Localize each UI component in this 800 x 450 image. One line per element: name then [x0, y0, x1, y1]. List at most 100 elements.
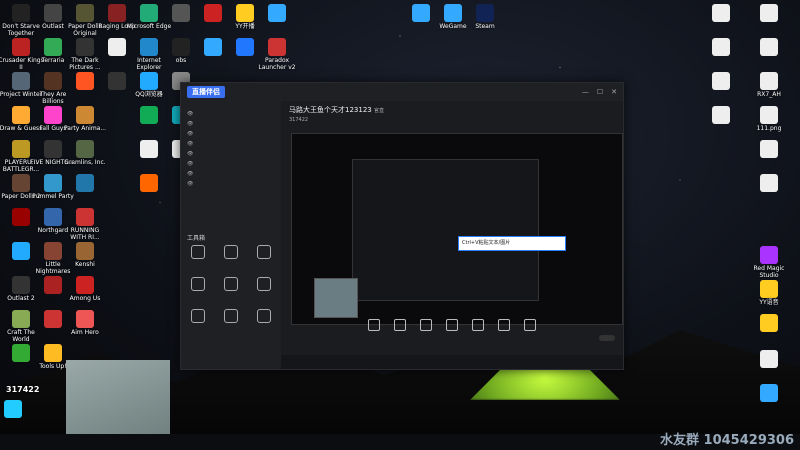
app-icon: [760, 280, 778, 298]
eye-icon[interactable]: 👁: [187, 141, 193, 147]
bottom-button-icon: [394, 319, 406, 331]
desktop-icon[interactable]: Steam: [462, 4, 508, 30]
watermark-id: 317422: [6, 385, 40, 394]
desktop-icon[interactable]: [698, 4, 744, 23]
tool-button[interactable]: [214, 305, 247, 337]
scene-item[interactable]: 👁: [181, 139, 281, 149]
bottom-button[interactable]: [394, 319, 406, 347]
bottom-button-icon: [446, 319, 458, 331]
desktop-icon[interactable]: [698, 106, 744, 125]
app-icon: [236, 38, 254, 56]
bottom-button[interactable]: [368, 319, 380, 347]
scene-list: 👁 👁 👁 👁 👁 👁 👁 👁: [181, 109, 281, 189]
app-icon: [12, 4, 30, 22]
desktop-icon[interactable]: [746, 140, 792, 159]
app-icon: [44, 106, 62, 124]
desktop-icon[interactable]: [746, 350, 792, 369]
desktop-icon[interactable]: [126, 174, 172, 193]
scene-item[interactable]: 👁: [181, 159, 281, 169]
desktop-icon[interactable]: Aim Hero: [62, 310, 108, 336]
scene-item[interactable]: 👁: [181, 179, 281, 189]
desktop-icon[interactable]: 111.png: [746, 106, 792, 132]
desktop-icon[interactable]: [746, 384, 792, 403]
room-tag: 官直: [373, 108, 384, 114]
tool-button[interactable]: [214, 241, 247, 273]
app-icon: [712, 38, 730, 56]
tool-button[interactable]: [181, 305, 214, 337]
app-logo: 直播伴侣: [187, 86, 225, 98]
room-header: 马路大王鱼个天才123123 官直 317422: [281, 101, 623, 127]
bottom-button-icon: [472, 319, 484, 331]
desktop-icon-label: Microsoft Edge: [126, 23, 172, 30]
tool-button[interactable]: [247, 305, 280, 337]
eye-icon[interactable]: 👁: [187, 171, 193, 177]
app-icon: [44, 4, 62, 22]
bottom-button[interactable]: [472, 319, 484, 347]
tool-button[interactable]: [247, 241, 280, 273]
desktop-icon-label: The Dark Pictures ...: [69, 57, 101, 71]
tool-button[interactable]: [181, 241, 214, 273]
fan-group-text: 水友群 1045429306: [660, 433, 794, 448]
status-bar: [281, 355, 623, 369]
minimize-icon[interactable]: —: [582, 88, 589, 96]
tool-button[interactable]: [247, 273, 280, 305]
eye-icon[interactable]: 👁: [187, 121, 193, 127]
bottom-button[interactable]: [420, 319, 432, 347]
tool-button[interactable]: [181, 273, 214, 305]
app-icon: [172, 38, 190, 56]
desktop-icon[interactable]: [62, 174, 108, 193]
desktop-icon[interactable]: Party Anima...: [62, 106, 108, 132]
app-icon: [760, 350, 778, 368]
desktop-icon-label: Craft The World: [7, 329, 35, 343]
desktop-icon[interactable]: [0, 400, 36, 419]
desktop-icon[interactable]: [698, 72, 744, 91]
desktop-icon-label: Aim Hero: [71, 329, 99, 336]
eye-icon[interactable]: 👁: [187, 111, 193, 117]
tools-grid: [181, 241, 281, 337]
desktop-icon[interactable]: Paradox Launcher v2: [254, 38, 300, 71]
app-icon: [76, 174, 94, 192]
app-icon: [44, 276, 62, 294]
scene-item[interactable]: 👁: [181, 119, 281, 129]
start-live-button[interactable]: [599, 335, 615, 341]
scene-item[interactable]: 👁: [181, 169, 281, 179]
desktop-icon[interactable]: Gremlins, Inc.: [62, 140, 108, 166]
app-icon: [172, 4, 190, 22]
scene-item[interactable]: 👁: [181, 109, 281, 119]
desktop-icon[interactable]: RX7_AH: [746, 72, 792, 98]
bottom-toolbar: [281, 319, 623, 347]
eye-icon[interactable]: 👁: [187, 131, 193, 137]
eye-icon[interactable]: 👁: [187, 151, 193, 157]
scene-item[interactable]: 👁: [181, 149, 281, 159]
bottom-button[interactable]: [524, 319, 536, 347]
desktop-icon-label: Red Magic Studio: [753, 265, 785, 279]
bottom-button-icon: [524, 319, 536, 331]
desktop-icon[interactable]: [746, 314, 792, 333]
desktop-icon[interactable]: [746, 174, 792, 193]
app-icon: [76, 140, 94, 158]
desktop-icon[interactable]: [698, 38, 744, 57]
scene-item[interactable]: 👁: [181, 129, 281, 139]
desktop-icon[interactable]: RUNNING WITH RI...: [62, 208, 108, 241]
bottom-button[interactable]: [498, 319, 510, 347]
desktop-icon[interactable]: [746, 4, 792, 23]
desktop-icon-label: Paradox Launcher v2: [258, 57, 296, 71]
eye-icon[interactable]: 👁: [187, 181, 193, 187]
desktop-icon[interactable]: Among Us: [62, 276, 108, 302]
desktop-icon[interactable]: Red Magic Studio: [746, 246, 792, 279]
desktop-icon[interactable]: [254, 4, 300, 23]
desktop-icon-label: They Are Billions: [39, 91, 67, 105]
tool-button[interactable]: [214, 273, 247, 305]
close-icon[interactable]: ✕: [611, 88, 617, 96]
bottom-button[interactable]: [446, 319, 458, 347]
app-icon: [236, 4, 254, 22]
app-icon: [12, 276, 30, 294]
nested-screen: [352, 159, 539, 301]
eye-icon[interactable]: 👁: [187, 161, 193, 167]
maximize-icon[interactable]: ☐: [597, 88, 603, 96]
desktop-icon[interactable]: Kenshi: [62, 242, 108, 268]
app-icon: [44, 174, 62, 192]
desktop-icon[interactable]: YY语音: [746, 280, 792, 306]
tool-icon: [190, 309, 205, 323]
desktop-icon[interactable]: [746, 38, 792, 57]
